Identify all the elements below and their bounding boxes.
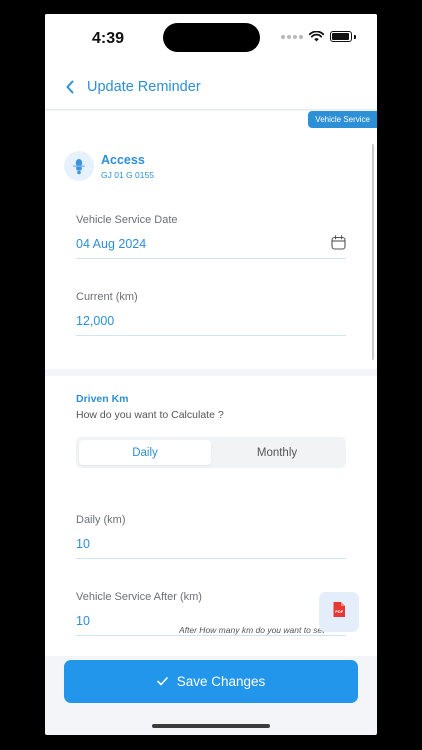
daily-km-input[interactable]: 10 xyxy=(76,537,346,551)
daily-km-field[interactable]: Daily (km) 10 xyxy=(76,514,346,559)
pdf-icon: PDF xyxy=(332,601,346,623)
service-date-value[interactable]: 04 Aug 2024 xyxy=(76,237,346,251)
vehicle-card: Vehicle Service Access GJ 01 G 0155 Vehi… xyxy=(45,111,377,369)
dynamic-island xyxy=(163,23,260,52)
category-badge: Vehicle Service xyxy=(308,111,377,128)
calculate-question: How do you want to Calculate ? xyxy=(76,409,224,421)
current-km-label: Current (km) xyxy=(76,291,138,303)
current-km-field[interactable]: Current (km) 12,000 xyxy=(76,291,346,336)
wifi-icon xyxy=(309,31,324,42)
status-bar: 4:39 xyxy=(45,14,377,64)
tab-daily[interactable]: Daily xyxy=(79,440,211,465)
current-km-input[interactable]: 12,000 xyxy=(76,314,346,328)
svg-text:PDF: PDF xyxy=(335,609,344,614)
calendar-icon[interactable] xyxy=(331,235,346,255)
tab-monthly[interactable]: Monthly xyxy=(211,440,343,465)
home-indicator xyxy=(152,724,270,728)
status-icons xyxy=(281,31,356,42)
scooter-icon xyxy=(64,151,94,181)
phone-screen: 4:39 Update Reminder Vehicle Service Acc… xyxy=(45,14,377,735)
scrollbar[interactable] xyxy=(372,144,374,360)
vehicle-info: Access GJ 01 G 0155 xyxy=(64,151,154,181)
service-date-field[interactable]: Vehicle Service Date 04 Aug 2024 xyxy=(76,214,346,259)
nav-header: Update Reminder xyxy=(45,64,377,110)
service-date-label: Vehicle Service Date xyxy=(76,214,178,226)
pdf-button[interactable]: PDF xyxy=(319,592,359,632)
check-icon xyxy=(156,674,168,689)
save-changes-label: Save Changes xyxy=(176,674,266,689)
service-after-label: Vehicle Service After (km) xyxy=(76,591,202,603)
battery-icon xyxy=(330,31,352,42)
vehicle-plate: GJ 01 G 0155 xyxy=(101,169,154,180)
calculation-toggle: Daily Monthly xyxy=(76,437,346,468)
daily-km-label: Daily (km) xyxy=(76,514,126,526)
cellular-signal-icon xyxy=(281,34,303,39)
chevron-left-icon[interactable] xyxy=(65,79,81,95)
save-changes-button[interactable]: Save Changes xyxy=(64,660,358,703)
status-time: 4:39 xyxy=(92,30,125,47)
page-title: Update Reminder xyxy=(87,78,201,95)
vehicle-name: Access xyxy=(101,152,145,167)
driven-km-title: Driven Km xyxy=(76,393,129,405)
